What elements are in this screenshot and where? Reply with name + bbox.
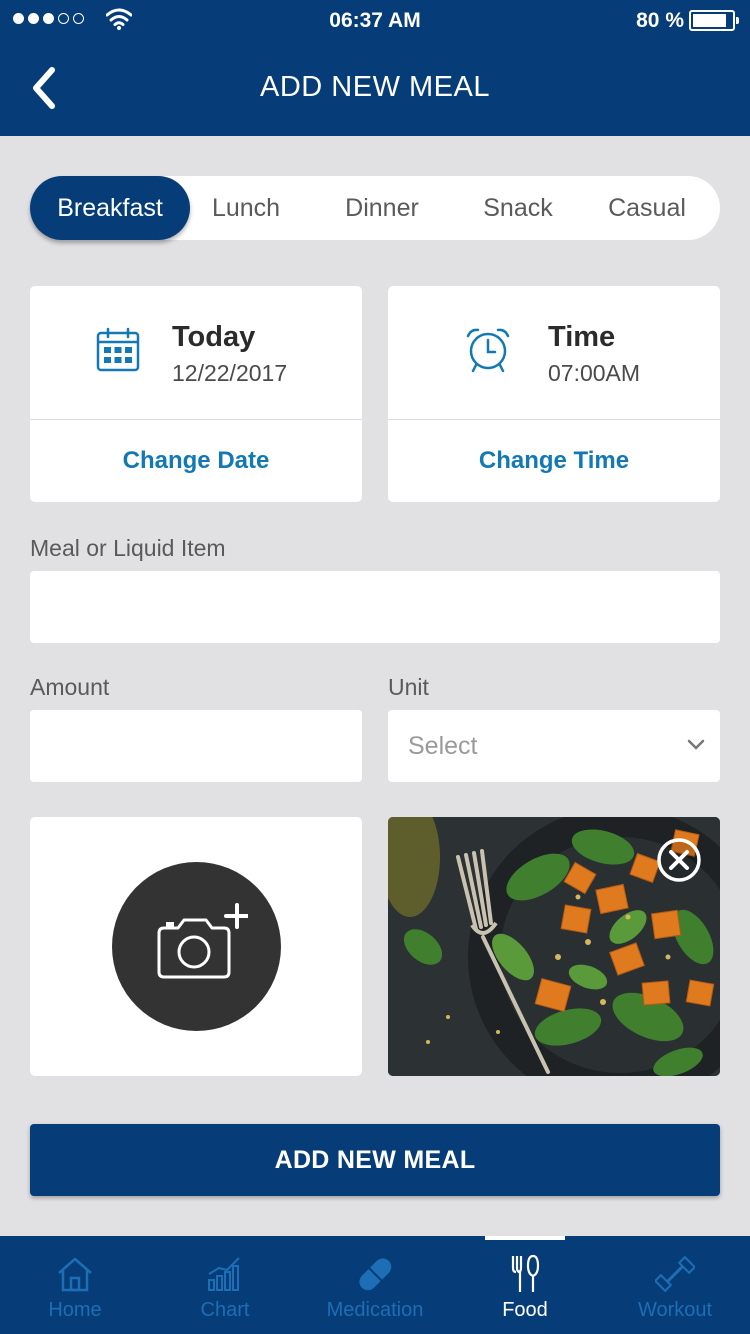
tab-workout-label: Workout [637,1299,713,1321]
add-photo-card [30,817,362,1076]
calendar-icon [96,327,140,372]
meal-type-breakfast[interactable]: Breakfast [30,176,190,240]
tab-food-label: Food [502,1299,548,1321]
date-value: 12/22/2017 [172,360,288,386]
add-photo-button[interactable] [112,862,281,1031]
meal-type-selector: Breakfast Lunch Dinner Snack Casual [30,176,720,240]
meal-photo [388,817,720,1076]
tab-home-label: Home [48,1299,102,1321]
amount-input[interactable] [30,710,362,782]
change-date-button[interactable]: Change Date [30,420,362,502]
meal-type-snack[interactable]: Snack [462,176,574,240]
time-label: Time [548,321,616,353]
date-card: Today 12/22/2017 Change Date [30,286,362,502]
unit-select-value: Select [408,732,478,760]
page-title: ADD NEW MEAL [260,71,490,103]
dumbbell-icon [655,1255,695,1293]
meal-item-label: Meal or Liquid Item [30,535,226,561]
date-label: Today [172,321,256,353]
change-time-button[interactable]: Change Time [388,420,720,502]
tab-medication-label: Medication [326,1299,424,1321]
time-value: 07:00AM [548,360,641,386]
meal-type-lunch[interactable]: Lunch [190,176,302,240]
tab-chart-label: Chart [200,1299,250,1321]
time-card: Time 07:00AM Change Time [388,286,720,502]
home-icon [58,1257,92,1292]
add-new-meal-button[interactable]: ADD NEW MEAL [30,1124,720,1196]
battery-icon [689,10,739,31]
camera-add-icon [157,903,248,979]
bar-chart-icon [208,1257,240,1291]
unit-label: Unit [388,674,429,700]
alarm-clock-icon [466,328,510,373]
meal-type-casual[interactable]: Casual [574,176,720,240]
tab-workout[interactable]: Workout [600,1236,750,1334]
bottom-tab-bar: Home Chart Medication Food Workout [0,1236,750,1334]
chevron-down-icon [687,739,705,750]
unit-select[interactable]: Select [388,710,720,782]
tab-home[interactable]: Home [0,1236,150,1334]
close-circle-icon[interactable] [656,837,702,883]
meal-type-dinner[interactable]: Dinner [302,176,462,240]
tab-food[interactable]: Food [450,1236,600,1334]
tab-chart[interactable]: Chart [150,1236,300,1334]
status-bar: 06:37 AM 80 % [0,0,750,42]
meal-item-input[interactable] [30,571,720,643]
fork-knife-icon [511,1254,540,1292]
app-header: 06:37 AM 80 % ADD NEW MEAL [0,0,750,136]
tab-medication[interactable]: Medication [300,1236,450,1334]
amount-label: Amount [30,674,110,700]
battery-percent: 80 % [636,9,684,32]
pill-icon [359,1258,392,1291]
active-tab-indicator [485,1236,565,1240]
